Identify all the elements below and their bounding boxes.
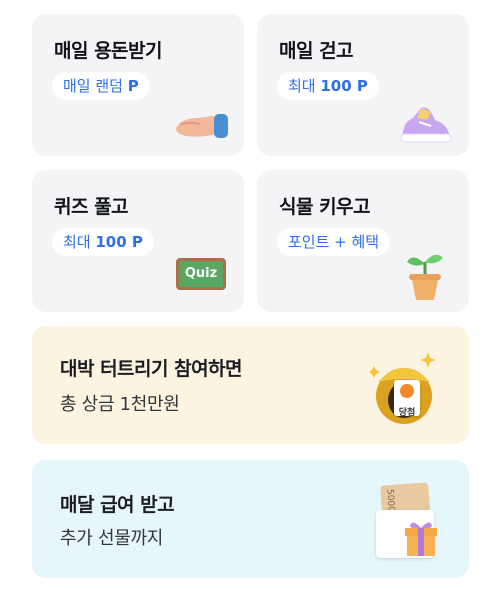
banknote-text: 5000 (384, 488, 396, 513)
quiz-card[interactable]: 퀴즈 풀고 최대 100 P Quiz (32, 170, 244, 312)
banner-subtitle: 총 상금 1천만원 (60, 394, 180, 415)
banner-title: 대박 터트리기 참여하면 (60, 358, 243, 380)
hand-icon (176, 114, 228, 138)
badge: 매일 랜덤 P (52, 72, 150, 100)
badge-value: 100 P (95, 233, 143, 251)
sneaker-icon (400, 107, 452, 143)
banner-title: 매달 급여 받고 (60, 494, 175, 516)
gift-box-icon (405, 522, 437, 556)
badge-prefix: 최대 (288, 77, 321, 95)
badge: 포인트 + 혜택 (277, 228, 391, 256)
card-title: 퀴즈 풀고 (54, 196, 129, 218)
badge: 최대 100 P (277, 72, 379, 100)
quiz-board-icon: Quiz (176, 258, 226, 290)
banner-subtitle: 추가 선물까지 (60, 528, 163, 549)
daily-allowance-card[interactable]: 매일 용돈받기 매일 랜덤 P (32, 14, 244, 156)
quiz-board-text: Quiz (184, 266, 218, 281)
badge-value: 100 P (320, 77, 368, 95)
badge-prefix: 매일 랜덤 (63, 77, 128, 95)
badge-prefix: 포인트 + 혜택 (288, 233, 380, 251)
badge-prefix: 최대 (63, 233, 96, 251)
badge-value: P (127, 77, 139, 95)
card-title: 식물 키우고 (279, 196, 371, 218)
daily-walk-card[interactable]: 매일 걷고 최대 100 P (257, 14, 469, 156)
badge: 최대 100 P (52, 228, 154, 256)
card-title: 매일 용돈받기 (54, 40, 163, 62)
coin-icon (400, 384, 414, 398)
lottery-banner[interactable]: 대박 터트리기 참여하면 총 상금 1천만원 당첨 (32, 326, 469, 444)
salary-banner[interactable]: 매달 급여 받고 추가 선물까지 5000 (32, 460, 469, 578)
plant-card[interactable]: 식물 키우고 포인트 + 혜택 (257, 170, 469, 312)
card-title: 매일 걷고 (279, 40, 354, 62)
lottery-ticket: 당첨 (394, 380, 420, 418)
ticket-label: 당첨 (398, 408, 416, 418)
plant-pot-icon (407, 254, 443, 300)
